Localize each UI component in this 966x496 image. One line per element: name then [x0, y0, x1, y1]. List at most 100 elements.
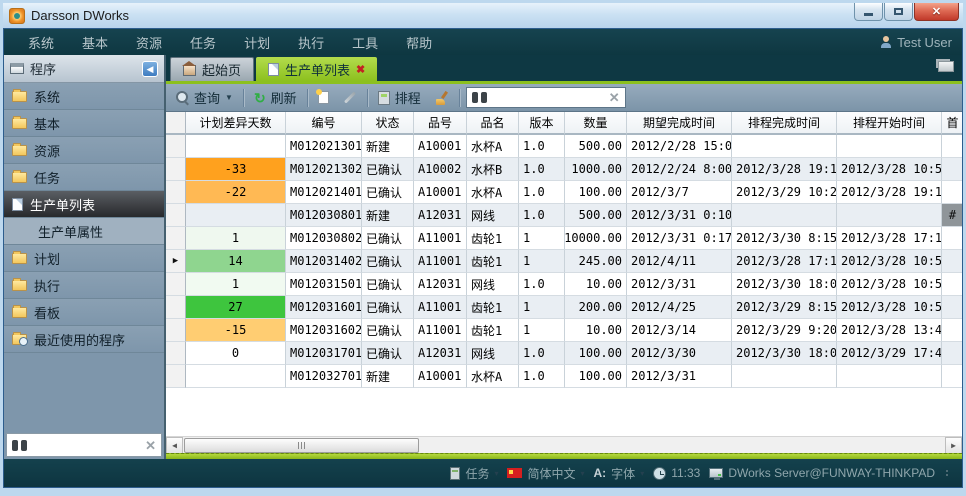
scroll-left-icon[interactable]: ◀	[166, 437, 183, 454]
row-selector[interactable]	[166, 319, 186, 342]
sidebar-collapse-button[interactable]: ◀	[142, 61, 158, 77]
table-row[interactable]: 1M012031501已确认A12031网线1.010.002012/3/312…	[166, 273, 962, 296]
column-header-排程开始时间[interactable]: 排程开始时间	[837, 112, 942, 135]
column-header-计划差异天数[interactable]: 计划差异天数	[186, 112, 286, 135]
toolbar-search-clear-icon[interactable]: ✕	[609, 91, 620, 104]
task-dropdown-icon[interactable]: ▾	[494, 469, 498, 478]
table-row[interactable]: M012030801新建A12031网线1.0500.002012/3/31 0…	[166, 204, 962, 227]
table-row[interactable]: 0M012031701已确认A12031网线1.0100.002012/3/30…	[166, 342, 962, 365]
font-menu[interactable]: A: 字体 ▾	[594, 465, 645, 482]
language-dropdown-icon[interactable]: ▾	[580, 469, 584, 478]
column-header-partial[interactable]: 首	[942, 112, 962, 135]
column-header-期望完成时间[interactable]: 期望完成时间	[627, 112, 732, 135]
horizontal-scrollbar[interactable]: ◀ ▶	[166, 436, 962, 453]
column-header-版本[interactable]: 版本	[519, 112, 565, 135]
query-dropdown-icon[interactable]: ▼	[225, 93, 233, 102]
sidebar-item-基本[interactable]: 基本	[4, 110, 164, 137]
table-row[interactable]: ▶14M012031402已确认A11001齿轮11245.002012/4/1…	[166, 250, 962, 273]
scroll-right-icon[interactable]: ▶	[945, 437, 962, 454]
column-header-品号[interactable]: 品号	[414, 112, 467, 135]
row-selector[interactable]	[166, 227, 186, 250]
cell-status: 已确认	[362, 319, 414, 342]
sidebar-search-box[interactable]: ✕	[6, 433, 162, 457]
query-button[interactable]: 查询 ▼	[172, 86, 237, 109]
font-dropdown-icon[interactable]: ▾	[640, 469, 644, 478]
table-row[interactable]: 27M012031601已确认A11001齿轮11200.002012/4/25…	[166, 296, 962, 319]
close-icon: ✕	[932, 5, 941, 18]
tab-起始页[interactable]: 起始页	[170, 57, 254, 81]
row-selector[interactable]	[166, 296, 186, 319]
menu-item-任务[interactable]: 任务	[176, 29, 230, 56]
table-row[interactable]: -22M012021401已确认A10001水杯A1.0100.002012/3…	[166, 181, 962, 204]
sidebar-item-生产单列表[interactable]: 生产单列表	[4, 191, 164, 218]
cell-item_name: 齿轮1	[467, 296, 519, 319]
refresh-button[interactable]: ↻ 刷新	[250, 86, 301, 109]
column-header-编号[interactable]: 编号	[286, 112, 362, 135]
cell-diff-days: 14	[186, 250, 286, 273]
window-controls: ✕	[854, 3, 959, 21]
toolbar-search-input[interactable]	[492, 91, 604, 105]
resize-grip[interactable]	[946, 470, 948, 476]
user-menu[interactable]: Test User	[880, 35, 952, 50]
sidebar-item-生产单属性[interactable]: 生产单属性	[4, 218, 164, 245]
edit-button[interactable]	[339, 94, 361, 101]
cell-qty: 1000.00	[565, 158, 627, 181]
row-selector[interactable]	[166, 158, 186, 181]
column-header-数量[interactable]: 数量	[565, 112, 627, 135]
close-button[interactable]: ✕	[914, 3, 959, 21]
row-selector[interactable]	[166, 204, 186, 227]
schedule-button[interactable]: 排程	[374, 86, 425, 109]
tab-生产单列表[interactable]: 生产单列表✖	[256, 57, 377, 81]
tab-list-icon[interactable]	[938, 61, 954, 72]
row-selector[interactable]	[166, 273, 186, 296]
cell-start: 2012/3/28 10:52	[837, 158, 942, 181]
minimize-icon	[864, 13, 873, 16]
toolbar-search-box[interactable]: ✕	[466, 87, 626, 108]
sidebar-search-clear-icon[interactable]: ✕	[145, 439, 156, 452]
table-row[interactable]: -33M012021302已确认A10002水杯B1.01000.002012/…	[166, 158, 962, 181]
sidebar-item-任务[interactable]: 任务	[4, 164, 164, 191]
sidebar-item-资源[interactable]: 资源	[4, 137, 164, 164]
sidebar-item-最近使用的程序[interactable]: 最近使用的程序	[4, 326, 164, 353]
scrollbar-thumb[interactable]	[184, 438, 419, 453]
column-header-品名[interactable]: 品名	[467, 112, 519, 135]
row-selector[interactable]	[166, 181, 186, 204]
sidebar-item-执行[interactable]: 执行	[4, 272, 164, 299]
table-row[interactable]: 1M012030802已确认A11001齿轮1110000.002012/3/3…	[166, 227, 962, 250]
cell-item_no: A12031	[414, 342, 467, 365]
title-bar: Darsson DWorks ✕	[3, 3, 963, 28]
menu-item-资源[interactable]: 资源	[122, 29, 176, 56]
table-row[interactable]: M012032701新建A10001水杯A1.0100.002012/3/31	[166, 365, 962, 388]
cell-item_no: A12031	[414, 204, 467, 227]
menu-item-帮助[interactable]: 帮助	[392, 29, 446, 56]
font-icon: A:	[594, 466, 607, 480]
sidebar-item-系统[interactable]: 系统	[4, 83, 164, 110]
table-row[interactable]: -15M012031602已确认A11001齿轮1110.002012/3/14…	[166, 319, 962, 342]
row-selector[interactable]	[166, 365, 186, 388]
sidebar-item-计划[interactable]: 计划	[4, 245, 164, 272]
menu-item-工具[interactable]: 工具	[338, 29, 392, 56]
new-button[interactable]	[314, 89, 333, 106]
computer-icon	[709, 468, 723, 478]
grid-body: M012021301新建A10001水杯A1.0500.002012/2/28 …	[166, 135, 962, 388]
sidebar-item-看板[interactable]: 看板	[4, 299, 164, 326]
row-selector[interactable]	[166, 135, 186, 158]
cell-finish: 2012/3/28 17:13	[732, 250, 837, 273]
table-row[interactable]: M012021301新建A10001水杯A1.0500.002012/2/28 …	[166, 135, 962, 158]
language-menu[interactable]: 简体中文 ▾	[507, 465, 584, 482]
menu-item-系统[interactable]: 系统	[14, 29, 68, 56]
row-selector[interactable]	[166, 342, 186, 365]
tab-close-icon[interactable]: ✖	[356, 63, 365, 76]
folder-icon	[12, 307, 27, 318]
minimize-button[interactable]	[854, 3, 883, 21]
menu-item-基本[interactable]: 基本	[68, 29, 122, 56]
column-header-状态[interactable]: 状态	[362, 112, 414, 135]
clean-button[interactable]	[431, 89, 453, 107]
task-menu[interactable]: 任务 ▾	[450, 465, 498, 482]
menu-item-执行[interactable]: 执行	[284, 29, 338, 56]
column-header-排程完成时间[interactable]: 排程完成时间	[732, 112, 837, 135]
maximize-button[interactable]	[884, 3, 913, 21]
row-selector[interactable]: ▶	[166, 250, 186, 273]
cell-expect: 2012/3/31	[627, 273, 732, 296]
menu-item-计划[interactable]: 计划	[230, 29, 284, 56]
